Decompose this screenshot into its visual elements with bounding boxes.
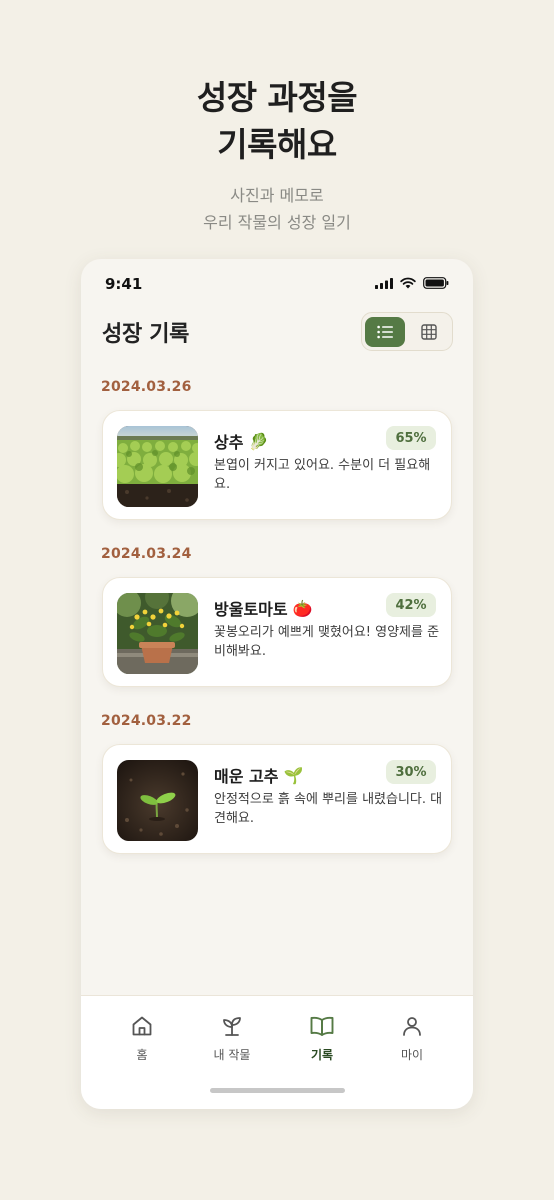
crop-name-text: 방울토마토 — [214, 600, 288, 619]
record-note: 본엽이 커지고 있어요. 수분이 더 필요해요. — [214, 458, 431, 492]
record-card[interactable]: 방울토마토 🍅 42% 꽃봉오리가 예쁘게 맺혔어요! 영양제를 준비해봐요. — [102, 577, 452, 687]
record-card[interactable]: 매운 고추 🌱 30% 안정적으로 흙 속에 뿌리를 내렸습니다. 대견해요. — [102, 744, 452, 854]
progress-badge: 30% — [386, 760, 436, 784]
home-indicator — [210, 1088, 345, 1093]
signal-icon — [375, 277, 393, 289]
crop-name: 상추 🥬 — [214, 429, 268, 453]
lettuce-emoji-icon: 🥬 — [248, 431, 269, 451]
record-note: 꽃봉오리가 예쁘게 맺혔어요! 영양제를 준비해봐요. — [214, 625, 440, 659]
record-date: 2024.03.22 — [101, 713, 192, 729]
screen-title: 성장 기록 — [102, 322, 190, 347]
seedling-emoji-icon: 🌱 — [283, 765, 304, 785]
tab-my-crops[interactable]: 내 작물 — [192, 1014, 272, 1063]
hero-subtitle-line1: 사진과 메모로 — [230, 186, 324, 205]
status-bar: 9:41 — [105, 273, 449, 295]
hero-subtitle: 사진과 메모로 우리 작물의 성장 일기 — [0, 182, 554, 236]
crop-name-text: 상추 — [214, 433, 244, 452]
status-icons — [375, 277, 449, 289]
tab-label: 마이 — [400, 1048, 424, 1062]
hero-title-line2: 기록해요 — [217, 125, 337, 164]
tab-my-page[interactable]: 마이 — [372, 1014, 452, 1063]
home-icon — [132, 1016, 152, 1036]
book-icon — [310, 1016, 334, 1036]
hero-section: 성장 과정을 기록해요 사진과 메모로 우리 작물의 성장 일기 — [0, 74, 554, 236]
tab-records[interactable]: 기록 — [282, 1014, 362, 1063]
tomato-plant-photo — [117, 593, 198, 674]
record-date: 2024.03.26 — [101, 379, 192, 395]
lettuce-photo — [117, 426, 198, 507]
list-icon — [377, 325, 393, 338]
crop-name: 방울토마토 🍅 — [214, 596, 313, 620]
grid-view-button[interactable] — [409, 317, 449, 347]
battery-icon — [423, 277, 449, 289]
crop-name-text: 매운 고추 — [214, 767, 279, 786]
crop-name: 매운 고추 🌱 — [214, 763, 303, 787]
record-date: 2024.03.24 — [101, 546, 192, 562]
list-view-button[interactable] — [365, 316, 405, 347]
tab-home[interactable]: 홈 — [102, 1014, 182, 1063]
record-note: 안정적으로 흙 속에 뿌리를 내렸습니다. 대견해요. — [214, 792, 443, 826]
person-icon — [403, 1017, 421, 1036]
tomato-emoji-icon: 🍅 — [292, 598, 313, 618]
progress-badge: 65% — [386, 426, 436, 450]
progress-badge: 42% — [386, 593, 436, 617]
phone-frame: 9:41 성장 기록 2024.03.26 상추 🥬 65% 본엽이 커지고 있… — [81, 259, 473, 1109]
status-time: 9:41 — [105, 275, 143, 293]
tab-label: 기록 — [310, 1048, 334, 1062]
hero-title-line1: 성장 과정을 — [196, 78, 358, 117]
hero-title: 성장 과정을 기록해요 — [0, 74, 554, 168]
view-toggle — [361, 312, 453, 351]
tab-label: 홈 — [136, 1048, 148, 1062]
sprout-icon — [223, 1017, 241, 1036]
hero-subtitle-line2: 우리 작물의 성장 일기 — [203, 213, 351, 232]
grid-icon — [421, 323, 437, 340]
seedling-photo — [117, 760, 198, 841]
wifi-icon — [400, 277, 416, 289]
tab-label: 내 작물 — [213, 1048, 251, 1062]
record-card[interactable]: 상추 🥬 65% 본엽이 커지고 있어요. 수분이 더 필요해요. — [102, 410, 452, 520]
